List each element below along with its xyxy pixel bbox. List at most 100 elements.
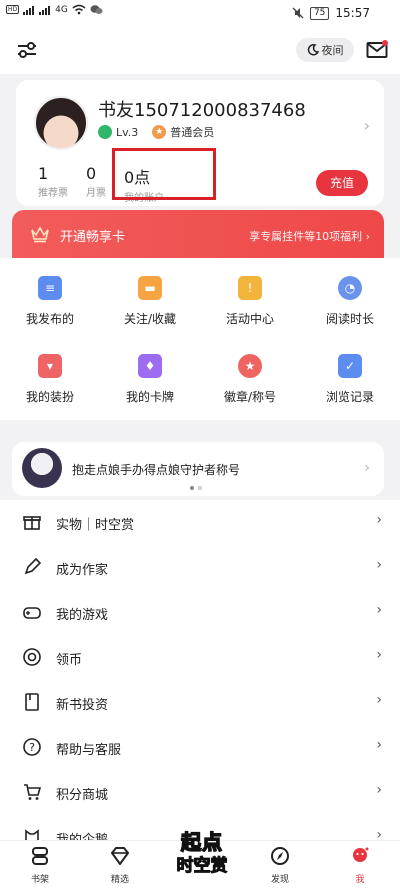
vip-card-banner[interactable]: 开通畅享卡 享专属挂件等10项福利 › [12,210,384,260]
chevron-right-icon: › [363,116,370,135]
logo-line-2: 时空赏 [176,856,228,877]
menu-label: 积分商城 [56,788,109,803]
grid-item-badges[interactable]: ★ 徽章/称号 [200,354,300,405]
menu-label: 我的游戏 [56,608,109,623]
tshirt-icon: ▾ [38,354,62,378]
network-type: 4G [55,4,68,15]
card-icon: ♦ [138,354,162,378]
wechat-icon [90,5,103,14]
compass-icon [271,847,289,865]
clock-time: 15:57 [335,6,370,20]
menu-label: 帮助与客服 [56,743,122,758]
nav-label: 我 [355,875,365,885]
nav-label: 精选 [110,875,129,885]
profile-icon [353,846,370,862]
menu-item-games[interactable]: 我的游戏 › [0,590,400,635]
recharge-button[interactable]: 充值 [316,170,368,196]
level-label: Lv.3 [116,125,139,139]
night-mode-label: 夜间 [321,44,344,57]
banner-benefit: 享专属挂件等10项福利 › [249,230,370,243]
menu-list: 实物｜时空赏 › 成为作家 › 我的游戏 › 领币 › 新书投资 › ? 帮助与… [0,500,400,840]
signal-icon [23,5,35,15]
stat-number: 1 [38,164,49,183]
menu-item-coins[interactable]: 领币 › [0,635,400,680]
carousel-dot [190,486,194,490]
cart-icon [24,784,42,800]
folder-icon: ▬ [138,276,162,300]
chevron-right-icon: › [376,647,382,663]
level-icon [98,125,112,139]
stat-recommend[interactable]: 1 推荐票 [38,164,68,199]
nav-featured[interactable]: 精选 [95,847,145,885]
grid-label: 徽章/称号 [223,390,277,404]
top-bar: 夜间 [0,28,400,74]
grid-label: 我发布的 [25,312,74,326]
crown-icon [31,226,49,243]
status-bar: HD 4G 75 15:57 [0,0,400,28]
menu-label: 我的企鹅 [56,829,108,840]
grid-label: 关注/收藏 [123,312,177,326]
grid-item-events[interactable]: ! 活动中心 [200,276,300,327]
moon-icon [307,44,319,56]
penguin-icon [25,829,39,840]
grid-item-reading-time[interactable]: ◔ 阅读时长 [300,276,400,327]
grid-item-favorites[interactable]: ▬ 关注/收藏 [100,276,200,327]
grid-label: 我的装扮 [25,390,74,404]
night-mode-button[interactable]: 夜间 [296,38,354,62]
nav-bookshelf[interactable]: 书架 [15,847,65,885]
promo-avatar [22,448,62,488]
chevron-right-icon: › [376,557,382,573]
nav-label: 书架 [30,875,49,885]
menu-item-points-mall[interactable]: 积分商城 › [0,770,400,815]
status-left: HD 4G [6,4,103,15]
chevron-right-icon: › [376,602,382,618]
signal-icon-2 [39,5,51,15]
chevron-right-icon: › [376,737,382,753]
menu-item-merch[interactable]: 实物｜时空赏 › [0,500,400,545]
menu-item-book-invest[interactable]: 新书投资 › [0,680,400,725]
medal-icon: ★ [238,354,262,378]
hd-badge: HD [6,5,20,14]
username: 书友150712000837468 [98,100,306,121]
grid-item-cards[interactable]: ♦ 我的卡牌 [100,354,200,405]
svg-text:?: ? [29,741,35,754]
stat-label: 推荐票 [38,188,68,199]
grid-item-outfits[interactable]: ▾ 我的装扮 [0,354,100,405]
nav-discover[interactable]: 发现 [255,847,305,885]
grid-item-posts[interactable]: ≡ 我发布的 [0,276,100,327]
account-card[interactable]: 书友150712000837468 Lv.3 ★ 普通会员 › 1 推荐票 0 … [16,80,384,206]
book-invest-icon [25,693,39,711]
wifi-icon [72,4,86,15]
grid-label: 我的卡牌 [125,390,174,404]
status-right: 75 15:57 [292,6,370,20]
bookshelf-icon [32,847,48,865]
chevron-right-icon: › [376,782,382,798]
gamepad-icon [23,607,41,619]
highlight-box [112,148,216,200]
grid-label: 活动中心 [225,312,274,326]
mail-icon[interactable] [366,40,388,60]
chevron-right-icon: › [376,512,382,528]
stat-monthly[interactable]: 0 月票 [86,164,106,199]
menu-item-become-writer[interactable]: 成为作家 › [0,545,400,590]
feature-grid: ≡ 我发布的 ▬ 关注/收藏 ! 活动中心 ◔ 阅读时长 ▾ 我的装扮 ♦ 我的… [0,258,400,420]
mute-icon [292,7,304,19]
coin-icon [23,648,41,666]
banner-title: 开通畅享卡 [60,230,126,245]
nav-me[interactable]: 我 [335,846,385,885]
chevron-right-icon: › [376,692,382,708]
settings-sliders-icon[interactable] [16,40,38,60]
nav-label: 发现 [270,875,289,885]
avatar[interactable] [34,96,88,150]
pen-icon [24,557,42,575]
grid-item-history[interactable]: ✓ 浏览记录 [300,354,400,405]
membership-label: 普通会员 [170,126,215,139]
help-icon: ? [23,738,41,756]
center-promo-logo[interactable]: 起点 时空赏 [162,826,242,884]
menu-item-help[interactable]: ? 帮助与客服 › [0,725,400,770]
chevron-right-icon: › [364,460,370,476]
grid-label: 阅读时长 [325,312,374,326]
grid-label: 浏览记录 [325,390,374,404]
carousel-dot [198,486,202,490]
stat-number: 0 [86,164,97,183]
